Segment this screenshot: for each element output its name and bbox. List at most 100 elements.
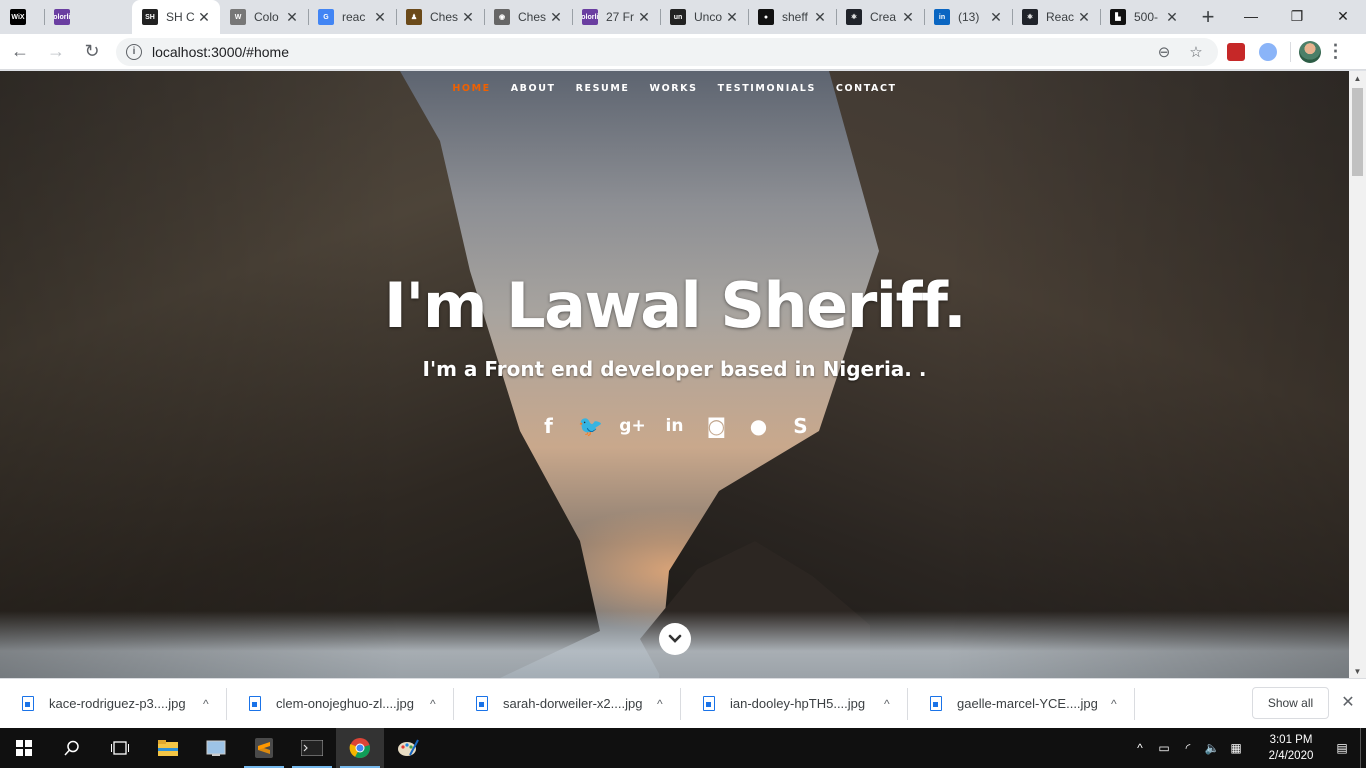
download-item[interactable]: sarah-dorweiler-x2....jpg ^ (454, 679, 681, 729)
google-plus-icon[interactable]: g+ (619, 414, 645, 438)
close-tab-icon[interactable]: ✕ (724, 9, 740, 26)
address-url[interactable]: localhost:3000/#home (152, 44, 1144, 60)
chevron-up-icon[interactable]: ^ (1128, 741, 1152, 755)
browser-tab[interactable]: Greac ✕ (308, 0, 396, 34)
instagram-icon[interactable]: ◙ (706, 414, 728, 438)
extension-blue-icon[interactable] (1254, 38, 1282, 66)
start-button[interactable] (0, 728, 48, 768)
browser-menu-button[interactable]: ⋮ (1321, 41, 1349, 62)
close-tab-icon[interactable]: ✕ (460, 9, 476, 26)
new-tab-button[interactable]: + (1194, 0, 1222, 34)
close-window-button[interactable]: ✕ (1320, 0, 1366, 32)
download-item[interactable]: gaelle-marcel-YCE....jpg ^ (908, 679, 1135, 729)
wix-icon: WiX (10, 9, 26, 25)
chrome-icon (349, 738, 370, 759)
close-tab-icon[interactable]: ✕ (636, 9, 652, 26)
browser-tab[interactable]: ▙ 500- ✕ (1100, 0, 1188, 34)
close-tab-icon[interactable]: ✕ (548, 9, 564, 26)
scroll-down-button[interactable] (659, 623, 691, 655)
notifications-icon[interactable]: ▤ (1330, 741, 1354, 755)
minimize-button[interactable]: — (1228, 0, 1274, 32)
download-item[interactable]: ian-dooley-hpTH5....jpg ^ (681, 679, 908, 729)
close-tab-icon[interactable]: ✕ (284, 9, 300, 26)
battery-icon[interactable]: ▭ (1152, 741, 1176, 755)
skype-icon[interactable]: S (790, 414, 812, 438)
browser-tab[interactable]: ♟ Ches ✕ (396, 0, 484, 34)
nav-link-testimonials[interactable]: TESTIMONIALS (718, 83, 816, 94)
restore-button[interactable]: ❐ (1274, 0, 1320, 32)
image-file-icon (249, 696, 261, 711)
chevron-up-icon[interactable]: ^ (657, 697, 663, 711)
browser-tab[interactable]: SH SH C ✕ (132, 0, 220, 34)
close-tab-icon[interactable]: ✕ (988, 9, 1004, 26)
volume-icon[interactable]: 🔈 (1200, 741, 1224, 755)
scroll-down-arrow[interactable]: ▼ (1349, 664, 1366, 678)
nav-link-home[interactable]: HOME (452, 83, 490, 94)
zoom-icon[interactable]: ⊖ (1152, 43, 1176, 61)
sublime-text-taskbar-button[interactable] (240, 728, 288, 768)
close-download-shelf-button[interactable]: ✕ (1338, 692, 1358, 712)
chevron-up-icon[interactable]: ^ (430, 697, 436, 711)
folder-icon (158, 740, 178, 756)
close-tab-icon[interactable]: ✕ (900, 9, 916, 26)
tab-title: SH C (166, 10, 195, 24)
site-info-icon[interactable]: i (126, 43, 142, 60)
wordpress-icon: W (230, 9, 246, 25)
address-bar[interactable]: i localhost:3000/#home ⊖ ☆ (116, 37, 1218, 66)
search-button[interactable] (48, 728, 96, 768)
close-tab-icon[interactable]: ✕ (812, 9, 828, 26)
scrollbar-thumb[interactable] (1352, 88, 1363, 176)
browser-tab[interactable]: in (13) ✕ (924, 0, 1012, 34)
show-desktop-button[interactable] (1360, 728, 1366, 768)
terminal-taskbar-button[interactable] (288, 728, 336, 768)
browser-tab[interactable]: WiX (0, 0, 44, 34)
nav-link-about[interactable]: ABOUT (511, 83, 556, 94)
close-tab-icon[interactable]: ✕ (1076, 9, 1092, 26)
extension-red-icon[interactable] (1222, 38, 1250, 66)
file-explorer-taskbar-button[interactable] (144, 728, 192, 768)
forward-button[interactable]: → (40, 36, 72, 68)
download-item[interactable]: clem-onojeghuo-zl....jpg ^ (227, 679, 454, 729)
paint-taskbar-button[interactable] (384, 728, 432, 768)
chess-book-icon: ♟ (406, 9, 422, 25)
task-view-icon (111, 741, 129, 755)
browser-tab[interactable]: ◉ Ches ✕ (484, 0, 572, 34)
chevron-up-icon[interactable]: ^ (203, 697, 209, 711)
wifi-icon[interactable]: ◜ (1176, 741, 1200, 755)
profile-avatar[interactable] (1299, 40, 1321, 63)
close-tab-icon[interactable]: ✕ (196, 9, 212, 26)
nav-link-contact[interactable]: CONTACT (836, 83, 897, 94)
browser-tab[interactable]: colorlib 27 Fr✕ (572, 0, 660, 34)
browser-tab[interactable]: ⚛ Reac ✕ (1012, 0, 1100, 34)
control-panel-taskbar-button[interactable] (192, 728, 240, 768)
keyboard-icon[interactable]: ▦ (1224, 741, 1248, 755)
browser-tab[interactable]: colorlib (44, 0, 132, 34)
show-all-downloads-button[interactable]: Show all (1252, 687, 1329, 719)
page-scrollbar[interactable]: ▲ ▼ (1349, 71, 1366, 678)
system-clock[interactable]: 3:01 PM 2/4/2020 (1252, 732, 1330, 764)
nav-link-resume[interactable]: RESUME (576, 83, 630, 94)
back-button[interactable]: ← (4, 36, 36, 68)
bookmark-star-icon[interactable]: ☆ (1184, 43, 1208, 61)
chevron-up-icon[interactable]: ^ (884, 697, 890, 711)
close-tab-icon[interactable]: ✕ (1164, 9, 1180, 26)
colorlib-icon: colorlib (582, 9, 598, 25)
browser-tab[interactable]: un Unco ✕ (660, 0, 748, 34)
chrome-taskbar-button[interactable] (336, 728, 384, 768)
linkedin-icon[interactable]: in (664, 414, 686, 438)
task-view-button[interactable] (96, 728, 144, 768)
browser-tab[interactable]: ● sheff ✕ (748, 0, 836, 34)
browser-tab[interactable]: ⚛ Crea ✕ (836, 0, 924, 34)
close-tab-icon[interactable]: ✕ (372, 9, 388, 26)
reload-button[interactable]: ↻ (76, 36, 108, 68)
download-item[interactable]: kace-rodriguez-p3....jpg ^ (0, 679, 227, 729)
scroll-up-arrow[interactable]: ▲ (1349, 71, 1366, 85)
twitter-icon[interactable]: 🐦 (578, 414, 603, 438)
facebook-icon[interactable]: f (538, 414, 560, 438)
browser-tab[interactable]: W Colo ✕ (220, 0, 308, 34)
chevron-up-icon[interactable]: ^ (1111, 697, 1117, 711)
image-file-icon (22, 696, 34, 711)
hero-headline: I'm Lawal Sheriff. (383, 269, 967, 342)
github-icon[interactable]: ● (748, 414, 770, 438)
nav-link-works[interactable]: WORKS (650, 83, 698, 94)
